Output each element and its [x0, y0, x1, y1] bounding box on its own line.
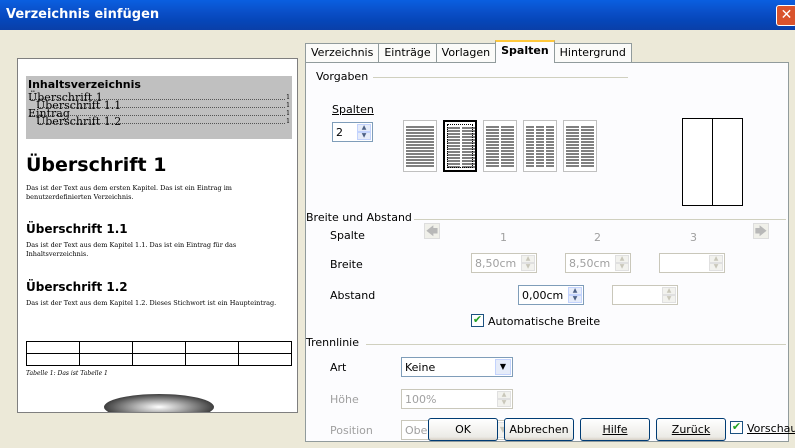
preview-paragraph: Das ist der Text aus dem Kapitel 1.2. Di… — [26, 299, 277, 307]
next-column-button[interactable]: 🡆 — [753, 223, 769, 239]
auto-width-checkbox[interactable]: ✔ — [471, 314, 484, 327]
preview-heading-1-2: Überschrift 1.2 — [26, 280, 128, 294]
preview-paragraph: Das ist der Text aus dem ersten Kapitel.… — [26, 184, 232, 201]
group-width-label: Breite und Abstand — [306, 211, 412, 224]
tab-verzeichnis[interactable]: Verzeichnis — [305, 43, 380, 63]
preview-heading-1-1: Überschrift 1.1 — [26, 222, 128, 236]
column-number-3: 3 — [690, 231, 697, 244]
toc-entry: Überschrift 1.2 1 — [36, 115, 290, 128]
toc-title: Inhaltsverzeichnis — [28, 78, 141, 91]
width-col3-field[interactable]: ▲ ▼ — [659, 253, 725, 273]
close-button[interactable]: ✕ — [776, 5, 795, 26]
prev-column-button[interactable]: 🡄 — [424, 223, 440, 239]
column-number-1: 1 — [500, 231, 507, 244]
column-label: Spalte — [330, 229, 365, 242]
chevron-down-icon[interactable]: ▼ — [495, 359, 511, 375]
spacing-label: Abstand — [330, 289, 376, 302]
column-preset-1[interactable] — [403, 120, 437, 172]
ok-button[interactable]: OK — [428, 418, 498, 441]
tab-vorlagen[interactable]: Vorlagen — [435, 43, 497, 63]
line-height-field[interactable]: 100% ▲ ▼ — [401, 389, 513, 409]
column-lines-icon — [486, 126, 514, 167]
column-preset-4[interactable] — [523, 120, 557, 172]
preview-caption: Tabelle 1: Das ist Tabelle 1 — [26, 370, 108, 377]
column-lines-icon — [566, 126, 594, 167]
preview-table — [26, 341, 292, 366]
cancel-button[interactable]: Abbrechen — [504, 418, 574, 441]
spacing-1-field[interactable]: 0,00cm ▲ ▼ — [518, 285, 584, 305]
column-lines-icon — [447, 127, 475, 168]
preview-heading-1: Überschrift 1 — [26, 154, 167, 176]
checkmark-icon: ✔ — [472, 313, 483, 326]
column-preset-5[interactable] — [563, 120, 597, 172]
group-divider — [414, 219, 786, 220]
column-lines-icon — [406, 126, 434, 167]
column-preset-2[interactable] — [443, 120, 477, 172]
preview-label: Vorschau — [747, 422, 795, 435]
spin-down-icon[interactable]: ▼ — [357, 132, 371, 140]
window-title: Verzeichnis einfügen — [6, 7, 160, 22]
column-preset-3[interactable] — [483, 120, 517, 172]
preview-paragraph: Das ist der Text aus dem Kapitel 1.1. Da… — [26, 241, 237, 258]
column-number-2: 2 — [594, 231, 601, 244]
group-divider — [373, 77, 628, 78]
tab-spalten[interactable]: Spalten — [495, 40, 555, 63]
group-separator-label: Trennlinie — [306, 336, 360, 349]
help-button[interactable]: Hilfe — [580, 418, 650, 441]
dialog-body: Inhaltsverzeichnis Überschrift 1 1 Übersc… — [0, 30, 795, 448]
tab-eintraege[interactable]: Einträge — [378, 43, 437, 63]
line-height-label: Höhe — [330, 393, 359, 406]
preview-graphic — [104, 394, 214, 412]
spacing-2-field[interactable]: ▲ ▼ — [612, 285, 678, 305]
tab-hintergrund[interactable]: Hintergrund — [553, 43, 632, 63]
columns-spinner[interactable]: 2 ▲ ▼ — [332, 122, 373, 142]
document-preview: Inhaltsverzeichnis Überschrift 11 Übersc… — [17, 58, 298, 413]
back-button[interactable]: Zurück — [656, 418, 726, 441]
auto-width-label: Automatische Breite — [488, 315, 601, 328]
tab-bar: Verzeichnis Einträge Vorlagen Spalten Hi… — [305, 40, 632, 63]
width-col2-field[interactable]: 8,50cm ▲ ▼ — [565, 253, 631, 273]
preview-checkbox[interactable]: ✔ — [730, 421, 743, 434]
line-position-label: Position — [330, 424, 373, 437]
line-type-dropdown[interactable]: Keine ▼ — [401, 357, 513, 377]
tab-panel-spalten: Vorgaben Spalten 2 ▲ ▼ Breite und Abstand… — [305, 62, 789, 442]
line-type-label: Art — [330, 361, 347, 374]
width-label: Breite — [330, 258, 363, 271]
columns-label: Spalten — [332, 103, 374, 116]
column-layout-preview — [682, 118, 743, 206]
column-lines-icon — [526, 126, 554, 167]
group-divider — [366, 344, 786, 345]
checkmark-icon: ✔ — [731, 420, 742, 433]
group-presets-label: Vorgaben — [316, 70, 369, 83]
spin-up-icon[interactable]: ▲ — [357, 124, 371, 132]
title-bar: Verzeichnis einfügen ✕ — [0, 0, 795, 30]
toc-block: Inhaltsverzeichnis Überschrift 11 Übersc… — [26, 76, 292, 139]
width-col1-field[interactable]: 8,50cm ▲ ▼ — [471, 253, 537, 273]
